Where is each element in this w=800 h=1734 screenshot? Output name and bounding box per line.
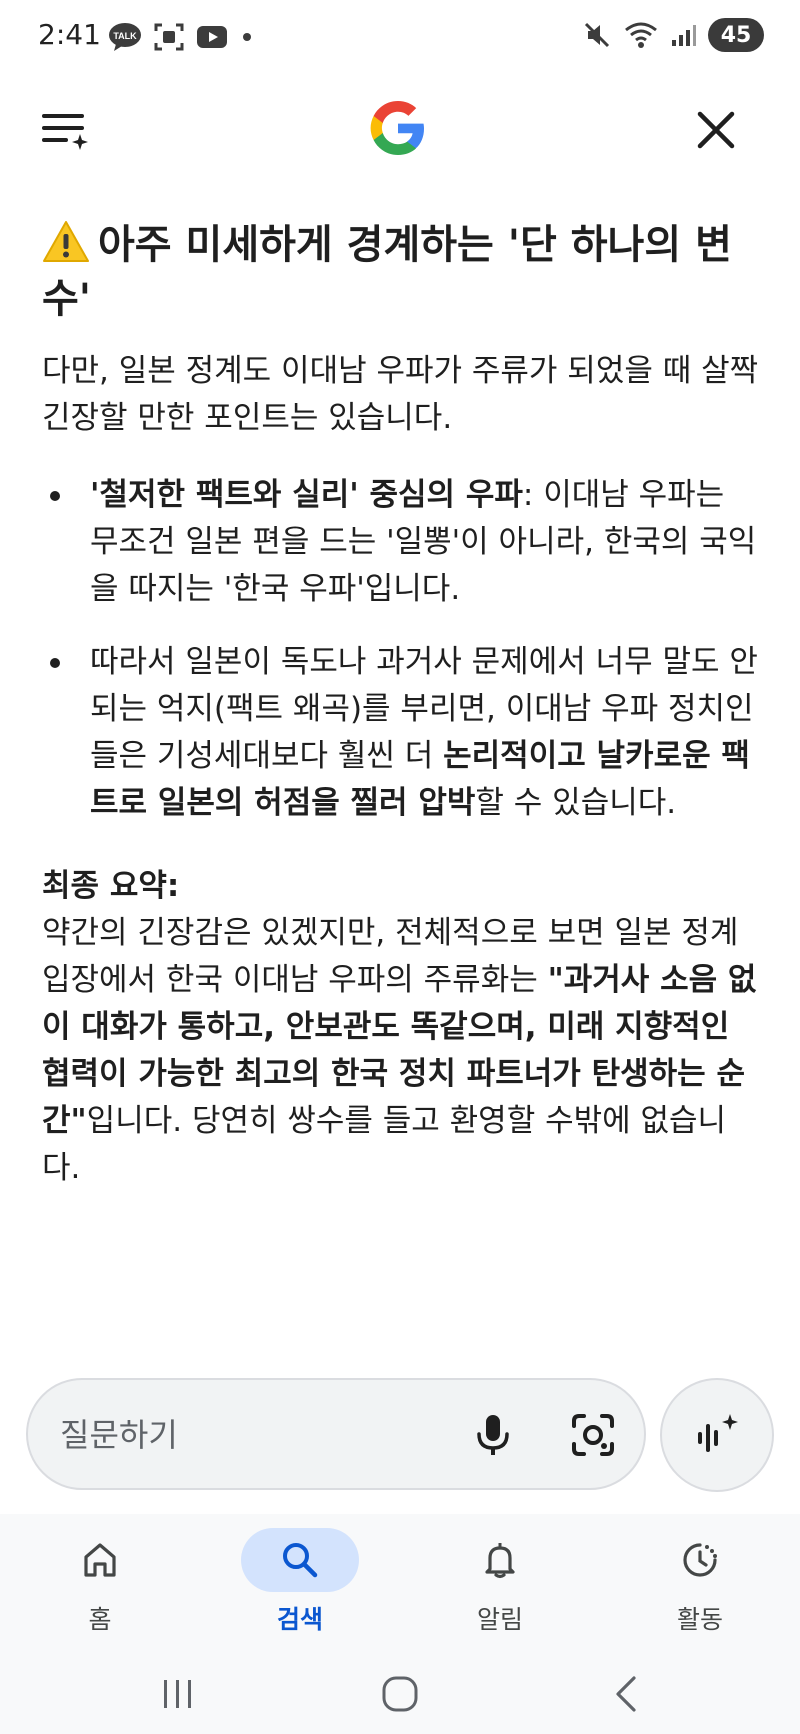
wifi-icon (625, 22, 657, 48)
home-icon (84, 1543, 116, 1577)
answer-content: 아주 미세하게 경계하는 '단 하나의 변수' 다만, 일본 정계도 이대남 우… (42, 218, 760, 1192)
nav-notifications[interactable]: 알림 (430, 1528, 570, 1636)
battery-indicator: 45 (708, 18, 764, 52)
close-icon[interactable] (690, 104, 742, 156)
bullet-bold-text: '철저한 팩트와 실리' 중심의 우파 (90, 477, 523, 513)
summary-paragraph: 약간의 긴장감은 있겠지만, 전체적으로 보면 일본 정계 입장에서 한국 이대… (42, 910, 760, 1192)
bottom-navigation: 홈 검색 알림 활동 (0, 1514, 800, 1654)
activity-icon (683, 1543, 717, 1577)
nav-search-label: 검색 (276, 1605, 323, 1634)
section-heading-text: 아주 미세하게 경계하는 '단 하나의 변수' (42, 222, 732, 322)
nav-home[interactable]: 홈 (30, 1528, 170, 1636)
signal-icon (672, 25, 696, 46)
app-header (0, 90, 800, 170)
recent-apps-icon[interactable] (154, 1670, 202, 1718)
lens-camera-icon[interactable] (568, 1410, 618, 1460)
list-item: 따라서 일본이 독도나 과거사 문제에서 너무 말도 안 되는 억지(팩트 왜곡… (42, 639, 760, 827)
list-item: '철저한 팩트와 실리' 중심의 우파: 이대남 우파는 무조건 일본 편을 드… (42, 472, 760, 613)
summary-title: 최종 요약: (42, 868, 180, 904)
kakaotalk-icon: TALK (109, 23, 141, 51)
bullet-text-post: 할 수 있습니다. (475, 785, 677, 821)
summary-text-post: 입니다. 당연히 쌍수를 들고 환영할 수밖에 없습니다. (42, 1103, 727, 1186)
live-voice-button[interactable] (660, 1378, 774, 1492)
intro-paragraph: 다만, 일본 정계도 이대남 우파가 주류가 되었을 때 살짝 긴장할 만한 포… (42, 353, 759, 436)
screenshot-icon (154, 23, 184, 51)
mic-icon[interactable] (468, 1410, 518, 1460)
ask-input[interactable] (58, 1410, 442, 1460)
section-heading: 아주 미세하게 경계하는 '단 하나의 변수' (42, 218, 760, 326)
nav-notifications-label: 알림 (476, 1605, 523, 1634)
voice-sparkle-icon (698, 1414, 738, 1452)
home-button-icon[interactable] (376, 1670, 424, 1718)
nav-activity-label: 활동 (676, 1605, 723, 1634)
nav-home-label: 홈 (88, 1605, 112, 1634)
back-icon[interactable] (604, 1670, 652, 1718)
status-time: 2:41 (38, 18, 101, 51)
ask-bar (26, 1378, 646, 1490)
system-navigation-bar (0, 1654, 800, 1734)
mute-icon (584, 22, 610, 48)
youtube-icon (197, 26, 227, 48)
warning-icon (43, 221, 89, 262)
talk-badge-text: TALK (113, 31, 137, 41)
scroll-fade (0, 1320, 800, 1350)
notification-dot-icon (243, 33, 251, 41)
nav-activity[interactable]: 활동 (630, 1528, 770, 1636)
nav-search[interactable]: 검색 (230, 1528, 370, 1636)
menu-sparkle-icon[interactable] (40, 104, 92, 156)
google-logo (370, 101, 424, 155)
bell-icon (485, 1543, 515, 1579)
bullet-list: '철저한 팩트와 실리' 중심의 우파: 이대남 우파는 무조건 일본 편을 드… (42, 472, 760, 827)
status-bar: 2:41 TALK 45 (0, 0, 800, 76)
search-icon (283, 1543, 318, 1578)
